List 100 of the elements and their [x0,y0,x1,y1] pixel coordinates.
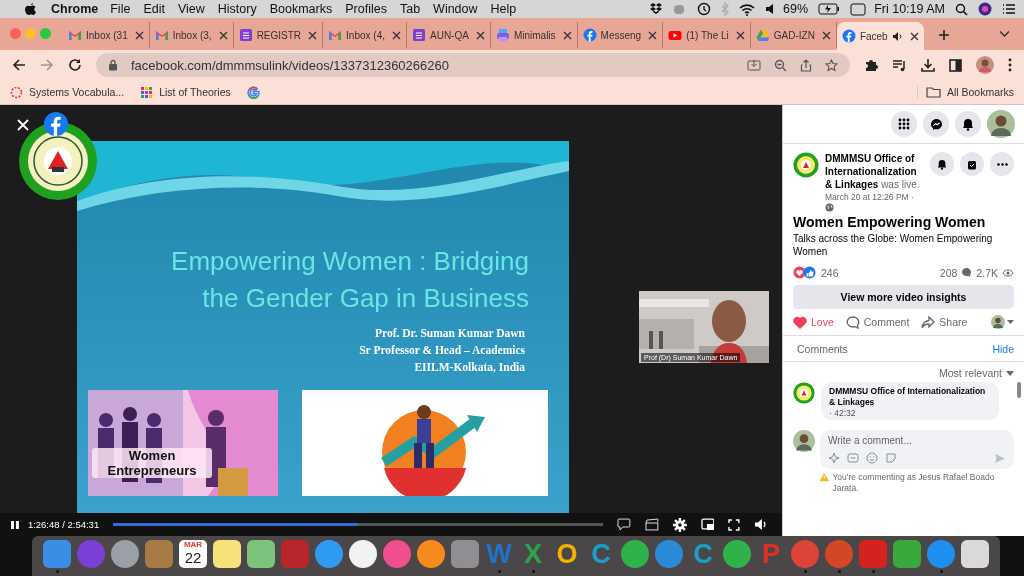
address-bar[interactable]: facebook.com/dmmmsulink/videos/1337312360266260 [96,53,850,77]
fullscreen-icon[interactable] [728,518,741,531]
close-icon[interactable] [735,30,745,40]
settings-icon[interactable] [672,517,687,532]
speaker-icon[interactable] [891,30,903,42]
history-icon[interactable] [696,2,712,16]
menu-button[interactable] [891,111,917,137]
avatar-icon[interactable] [987,110,1015,138]
puzzle-icon[interactable] [864,58,878,72]
avatar-icon[interactable] [976,56,994,74]
reload-icon[interactable] [68,58,82,72]
install-icon[interactable] [747,58,761,72]
app-icon[interactable] [961,539,989,568]
display-icon[interactable] [850,2,867,16]
menu-item[interactable]: Bookmarks [269,2,333,16]
browser-tab[interactable]: AUN-QA [407,22,491,48]
zoom-out-icon[interactable] [774,58,787,72]
close-icon[interactable] [218,30,228,40]
search-icon[interactable] [955,2,968,16]
close-icon[interactable] [562,30,572,40]
app-menu[interactable]: Chrome [51,2,99,16]
close-icon[interactable] [821,30,831,40]
close-icon[interactable] [475,30,485,40]
app-icon[interactable] [349,539,377,568]
clapper-icon[interactable] [644,518,659,531]
app-icon[interactable] [247,539,275,568]
all-bookmarks-button[interactable]: All Bookmarks [916,86,1014,98]
close-icon[interactable] [308,30,318,40]
app-icon[interactable] [723,539,751,568]
browser-tab[interactable]: Inbox (31 [63,22,150,48]
save-button[interactable] [960,152,984,176]
back-icon[interactable] [12,58,26,72]
apple-icon[interactable] [24,2,37,16]
close-icon[interactable] [648,30,658,40]
app-icon[interactable] [417,539,445,568]
bookmark[interactable] [246,85,260,99]
dropbox-icon[interactable] [650,2,663,16]
browser-tab[interactable]: Minimalis [490,22,578,48]
picture-in-picture-icon[interactable] [700,518,715,531]
app-icon[interactable] [621,539,649,568]
profile-selector[interactable] [991,315,1015,329]
notifications-button[interactable] [955,111,981,137]
bookmark[interactable]: List of Theories [140,85,231,99]
share-icon[interactable] [800,58,812,72]
new-tab-icon[interactable] [937,29,950,41]
page-avatar-icon[interactable] [793,152,819,178]
siri-icon[interactable] [978,2,992,16]
share-button[interactable]: Share [921,315,968,329]
more-icon[interactable] [1008,58,1012,72]
browser-tab[interactable]: Faceb [836,22,924,50]
menu-item[interactable]: History [217,2,257,16]
chevron-icon[interactable] [999,30,1010,38]
side-panel-icon[interactable] [949,58,962,72]
volume-icon[interactable] [754,518,768,531]
comment-field[interactable]: Write a comment... [820,430,1014,469]
close-icon[interactable] [392,30,401,40]
comment-input[interactable]: Write a comment... [828,435,1006,446]
browser-tab[interactable]: REGISTR [233,22,324,48]
comment-button[interactable]: Comment [845,315,910,329]
menu-item[interactable]: File [110,2,131,16]
browser-tab[interactable]: Inbox (4, [323,22,407,48]
love-button[interactable]: Love [793,315,834,329]
browser-tab[interactable]: GAD-IZN [750,22,837,48]
page-avatar-icon[interactable] [793,382,815,404]
sort-dropdown[interactable]: Most relevant [938,367,1014,379]
app-icon[interactable]: O [553,539,581,568]
more-button[interactable] [990,152,1014,176]
wifi-icon[interactable] [739,2,756,16]
close-icon[interactable] [134,30,144,40]
media-icon[interactable] [892,58,907,72]
comment-author[interactable]: DMMMSU Office of Internationalization & Linkages [829,386,987,408]
messenger-button[interactable] [923,111,949,137]
captions-icon[interactable] [617,518,631,531]
menu-item[interactable]: Profiles [345,2,387,16]
reaction-count[interactable]: 246 [821,266,839,279]
star-icon[interactable] [825,58,838,72]
app-icon[interactable] [213,539,241,568]
scrollbar-thumb[interactable] [1017,382,1021,398]
reactions-icon[interactable] [793,266,817,279]
insights-button[interactable]: View more video insights [793,285,1014,309]
app-icon[interactable] [111,539,139,568]
bookmark[interactable]: Systems Vocabula... [10,85,125,99]
menu-item[interactable]: Edit [143,2,165,16]
menu-icon[interactable] [1002,3,1016,15]
menu-item[interactable]: Help [490,2,517,16]
menu-item[interactable]: Tab [399,2,421,16]
comment-count[interactable]: 208 [939,266,958,279]
browser-tab[interactable]: Inbox (3, [149,22,234,48]
sparkle-icon[interactable] [828,452,840,464]
download-icon[interactable] [921,58,935,72]
battery-icon[interactable] [818,3,841,15]
browser-tab[interactable]: Messeng [577,22,664,48]
calendar-icon[interactable]: MAR 22 [179,539,207,568]
menu-item[interactable]: View [177,2,205,16]
bell-button[interactable] [930,152,954,176]
hide-link[interactable]: Hide [992,343,1014,355]
browser-tab[interactable]: (1) The Li [663,22,751,48]
pause-icon[interactable] [10,519,20,530]
menu-item[interactable]: Window [433,2,478,16]
speaker-icon[interactable] [765,3,776,15]
